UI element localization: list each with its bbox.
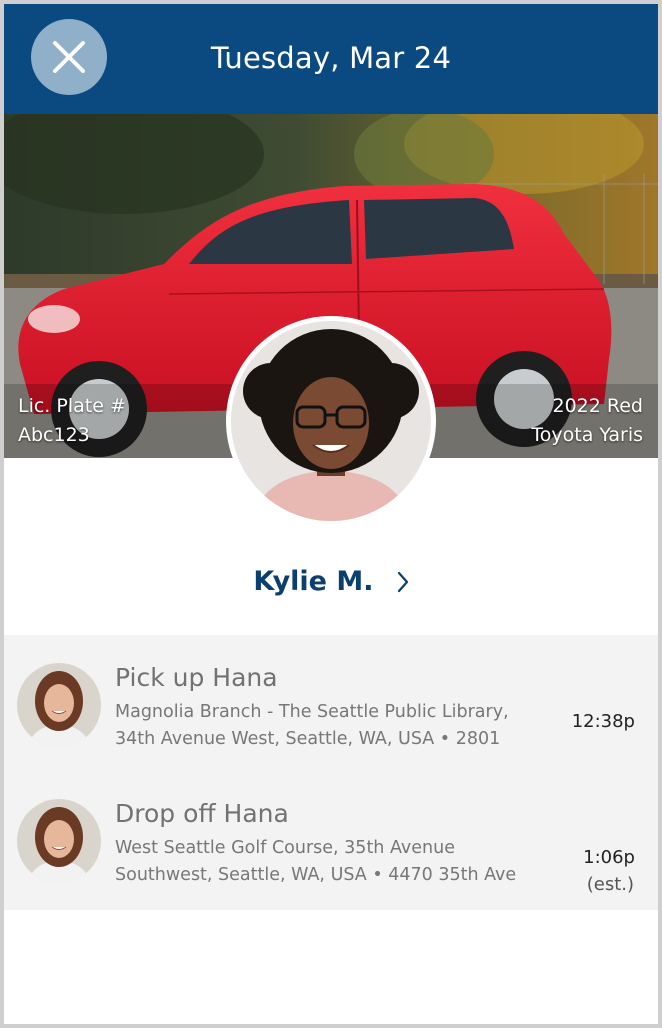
list-item-pickup[interactable]: Pick up Hana Magnolia Branch - The Seatt… xyxy=(4,635,658,771)
passenger-photo xyxy=(17,799,101,883)
stop-address: West Seattle Golf Course, 35th Avenue So… xyxy=(115,835,565,889)
list-item-dropoff[interactable]: Drop off Hana West Seattle Golf Course, … xyxy=(4,771,658,907)
license-plate: Lic. Plate # Abc123 xyxy=(18,392,126,450)
address-line-2: Southwest, Seattle, WA, USA • 4470 35th … xyxy=(115,865,517,885)
address-line-2: 34th Avenue West, Seattle, WA, USA • 280… xyxy=(115,729,501,749)
stop-time: 1:06p xyxy=(583,847,635,868)
stop-title: Pick up Hana xyxy=(115,663,278,692)
stop-address: Magnolia Branch - The Seattle Public Lib… xyxy=(115,699,565,753)
driver-name: Kylie M. xyxy=(253,566,374,597)
stop-time: 12:38p xyxy=(571,711,635,732)
stop-time-note: (est.) xyxy=(586,874,634,895)
passenger-avatar xyxy=(17,663,101,747)
header-bar: Tuesday, Mar 24 xyxy=(4,4,658,114)
driver-photo xyxy=(231,321,431,521)
address-line-1: West Seattle Golf Course, 35th Avenue xyxy=(115,838,455,858)
license-plate-label: Lic. Plate # xyxy=(18,395,126,417)
page-title: Tuesday, Mar 24 xyxy=(210,41,452,75)
passenger-avatar xyxy=(17,799,101,883)
vehicle-year-color: 2022 Red xyxy=(552,395,644,417)
driver-avatar[interactable] xyxy=(226,316,436,526)
address-line-1: Magnolia Branch - The Seattle Public Lib… xyxy=(115,702,509,722)
ride-details-screen: Tuesday, Mar 24 Lic. Plate # Abc123 2022… xyxy=(4,4,658,1024)
vehicle-make-model: Toyota Yaris xyxy=(531,424,643,446)
stops-list: Pick up Hana Magnolia Branch - The Seatt… xyxy=(4,635,658,910)
stop-title: Drop off Hana xyxy=(115,799,289,828)
license-plate-value: Abc123 xyxy=(18,424,90,446)
driver-link[interactable]: Kylie M. xyxy=(4,559,658,607)
chevron-right-icon xyxy=(397,571,408,593)
vehicle-description: 2022 Red Toyota Yaris xyxy=(531,392,643,450)
passenger-photo xyxy=(17,663,101,747)
